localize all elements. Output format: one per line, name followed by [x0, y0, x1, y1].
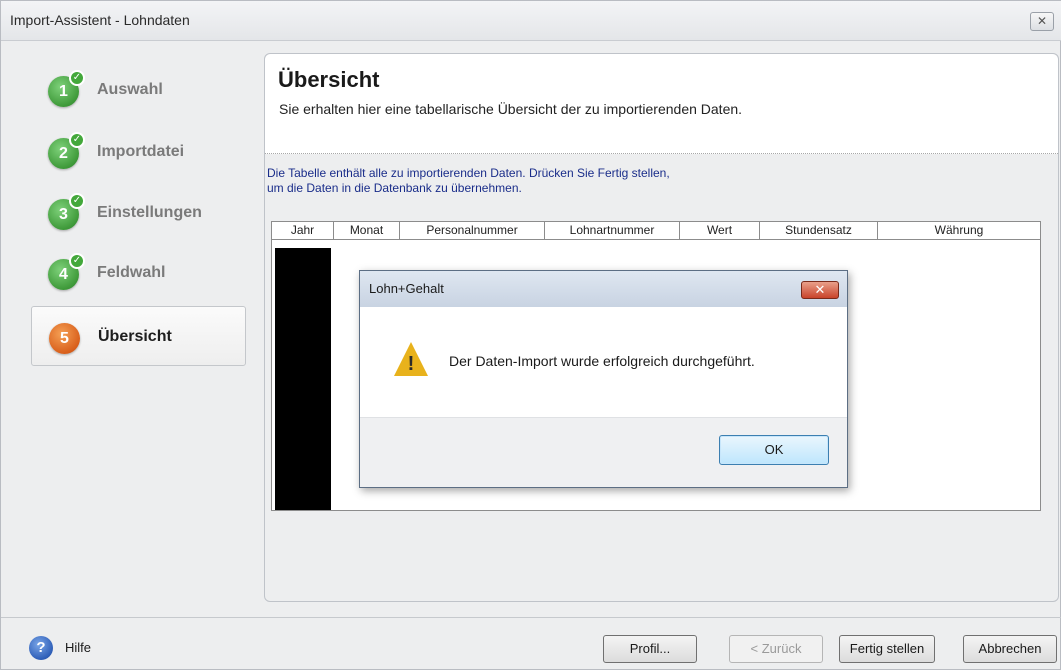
step-importdatei[interactable]: 2 ✓ Importdatei: [31, 122, 246, 182]
close-window-button[interactable]: ✕: [1030, 12, 1054, 31]
row-selector-column: [275, 248, 331, 510]
step-label: Feldwahl: [97, 264, 166, 281]
window-title: Import-Assistent - Lohndaten: [10, 12, 190, 28]
cancel-button[interactable]: Abbrechen: [963, 635, 1057, 663]
wizard-footer: ? Hilfe Profil... < Zurück Fertig stelle…: [1, 617, 1061, 670]
column-header-stundensatz[interactable]: Stundensatz: [760, 222, 878, 240]
page-title: Übersicht: [278, 67, 380, 92]
checkmark-icon: ✓: [69, 70, 85, 86]
column-header-personalnummer[interactable]: Personalnummer: [400, 222, 545, 240]
info-text-line: um die Daten in die Datenbank zu überneh…: [267, 181, 522, 195]
step-uebersicht[interactable]: 5 Übersicht: [31, 306, 246, 366]
column-header-lohnartnummer[interactable]: Lohnartnummer: [545, 222, 680, 240]
column-header-monat[interactable]: Monat: [334, 222, 400, 240]
checkmark-icon: ✓: [69, 132, 85, 148]
dialog-title-bar: Lohn+Gehalt ✕: [360, 271, 847, 307]
step-feldwahl[interactable]: 4 ✓ Feldwahl: [31, 243, 246, 303]
dialog-message: Der Daten-Import wurde erfolgreich durch…: [449, 353, 755, 369]
step-label: Übersicht: [98, 328, 172, 345]
step-einstellungen[interactable]: 3 ✓ Einstellungen: [31, 183, 246, 243]
step-auswahl[interactable]: 1 ✓ Auswahl: [31, 60, 246, 120]
checkmark-icon: ✓: [69, 193, 85, 209]
table-header: Jahr Monat Personalnummer Lohnartnummer …: [272, 222, 1040, 240]
message-dialog: Lohn+Gehalt ✕ ! Der Daten-Import wurde e…: [359, 270, 848, 488]
info-text: Die Tabelle enthält alle zu importierend…: [267, 166, 670, 196]
panel-header: Übersicht Sie erhalten hier eine tabella…: [265, 54, 1058, 154]
page-subtitle: Sie erhalten hier eine tabellarische Übe…: [279, 101, 743, 117]
info-text-line: Die Tabelle enthält alle zu importierend…: [267, 166, 670, 180]
dialog-footer: OK: [360, 417, 847, 487]
column-header-waehrung[interactable]: Währung: [878, 222, 1040, 240]
help-icon[interactable]: ?: [29, 636, 53, 660]
dialog-title: Lohn+Gehalt: [369, 281, 444, 296]
checkmark-icon: ✓: [69, 253, 85, 269]
back-button[interactable]: < Zurück: [729, 635, 823, 663]
ok-button[interactable]: OK: [719, 435, 829, 465]
step-label: Einstellungen: [97, 204, 202, 221]
help-link[interactable]: Hilfe: [65, 640, 91, 655]
import-wizard-window: Import-Assistent - Lohndaten ✕ 1 ✓ Auswa…: [0, 0, 1061, 670]
step-label: Auswahl: [97, 81, 163, 98]
finish-button[interactable]: Fertig stellen: [839, 635, 935, 663]
step-label: Importdatei: [97, 143, 185, 160]
warning-icon-mark: !: [407, 353, 415, 375]
dialog-close-button[interactable]: ✕: [801, 281, 839, 299]
title-bar: Import-Assistent - Lohndaten ✕: [1, 1, 1061, 41]
step-number-badge: 5: [49, 323, 80, 354]
profile-button[interactable]: Profil...: [603, 635, 697, 663]
column-header-jahr[interactable]: Jahr: [272, 222, 334, 240]
column-header-wert[interactable]: Wert: [680, 222, 760, 240]
